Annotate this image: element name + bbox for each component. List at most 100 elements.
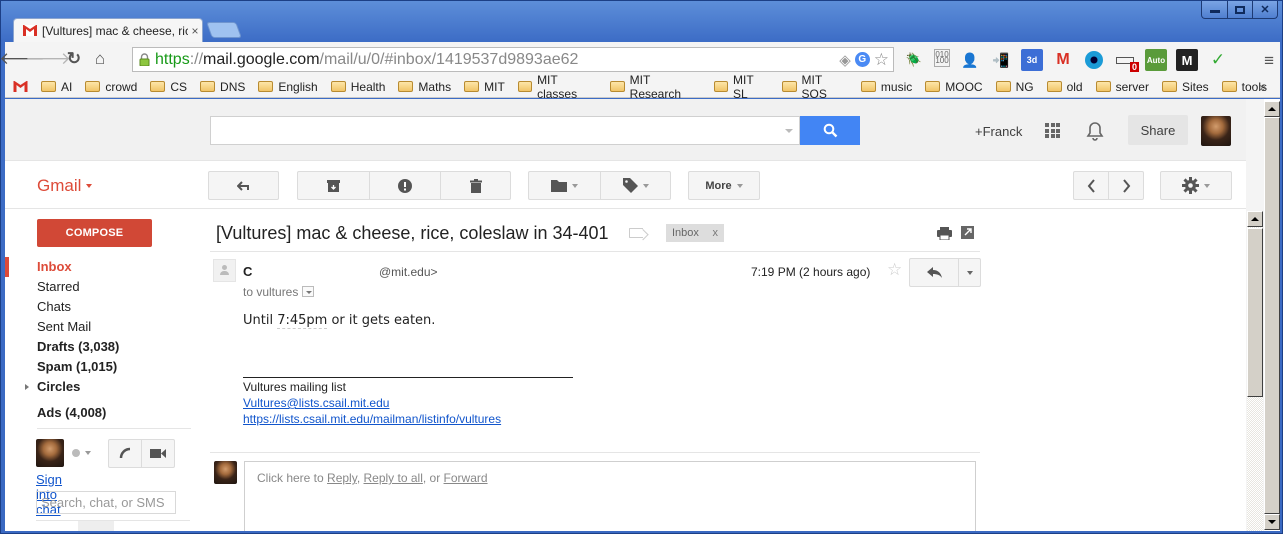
- bug-icon[interactable]: 🪲: [903, 49, 925, 71]
- bookmark-folder[interactable]: Sites: [1161, 80, 1209, 94]
- sidebar-item-chats[interactable]: Chats: [5, 297, 195, 317]
- importance-marker-icon[interactable]: [629, 228, 643, 238]
- account-avatar[interactable]: [1201, 116, 1231, 146]
- search-input[interactable]: [210, 116, 800, 145]
- chat-avatar[interactable]: [36, 439, 64, 467]
- phone-send-icon[interactable]: 📲: [990, 49, 1012, 71]
- reply-button[interactable]: [910, 259, 959, 286]
- sender-name[interactable]: C: [243, 264, 252, 279]
- delete-button[interactable]: [440, 172, 510, 199]
- maximize-button[interactable]: [1227, 1, 1252, 18]
- sidebar-item-spam[interactable]: Spam (1,015): [5, 357, 195, 377]
- quick-reply-box[interactable]: Click here to Reply, Reply to all, or Fo…: [244, 461, 976, 531]
- remove-label-button[interactable]: x: [713, 227, 719, 239]
- search-options-dropdown[interactable]: [785, 129, 793, 133]
- bookmark-folder[interactable]: DNS: [200, 80, 245, 94]
- move-to-button[interactable]: [529, 172, 600, 199]
- user-profile-link[interactable]: +Franck: [975, 124, 1022, 139]
- phone-call-button[interactable]: [109, 440, 141, 467]
- bookmark-folder[interactable]: Health: [330, 80, 385, 94]
- inner-scroll-up-button[interactable]: [1247, 211, 1263, 227]
- bookmark-folder[interactable]: old: [1046, 80, 1083, 94]
- address-bar[interactable]: https://mail.google.com/mail/u/0/#inbox/…: [132, 47, 894, 72]
- bookmark-star-icon[interactable]: ☆: [874, 50, 889, 70]
- sidebar-item-drafts[interactable]: Drafts (3,038): [5, 337, 195, 357]
- reply-all-link[interactable]: Reply to all: [364, 471, 423, 485]
- inbox-label-chip[interactable]: Inbox x: [666, 224, 724, 242]
- labels-button[interactable]: [600, 172, 670, 199]
- bookmark-gmail[interactable]: [13, 81, 28, 92]
- report-spam-button[interactable]: [369, 172, 440, 199]
- bookmark-folder[interactable]: NG: [995, 80, 1034, 94]
- contacts-icon[interactable]: 👤: [959, 49, 981, 71]
- page-scroll-up-button[interactable]: [1264, 101, 1280, 117]
- tab-close-icon[interactable]: ×: [188, 24, 202, 38]
- bookmark-folder[interactable]: MOOC: [925, 80, 983, 94]
- show-details-dropdown[interactable]: [302, 286, 315, 297]
- binary-icon[interactable]: 010 100: [934, 49, 950, 67]
- new-window-icon[interactable]: [961, 226, 974, 239]
- print-all-icon[interactable]: [937, 227, 952, 245]
- bookmark-folder[interactable]: MIT: [464, 80, 505, 94]
- archive-button[interactable]: [298, 172, 369, 199]
- bookmark-folder[interactable]: English: [258, 80, 318, 94]
- more-reply-options-button[interactable]: [959, 259, 980, 286]
- bookmark-folder[interactable]: MIT SL: [713, 73, 770, 101]
- star-icon[interactable]: ☆: [887, 260, 902, 280]
- apps-grid-icon[interactable]: [1045, 123, 1060, 138]
- reply-link[interactable]: Reply: [327, 471, 357, 485]
- video-call-button[interactable]: [141, 440, 174, 467]
- sidebar-item-ads[interactable]: Ads (4,008): [5, 403, 195, 423]
- notifications-bell-icon[interactable]: [1086, 121, 1104, 146]
- sidebar-item-inbox[interactable]: Inbox: [5, 257, 195, 277]
- mx-icon[interactable]: M: [1176, 49, 1198, 71]
- bookmark-folder[interactable]: server: [1095, 80, 1149, 94]
- time-reference[interactable]: 7:45pm: [277, 313, 328, 329]
- bookmark-folder[interactable]: MIT classes: [517, 73, 598, 101]
- forward-button[interactable]: 🡒: [25, 46, 71, 72]
- newer-button[interactable]: [1074, 172, 1108, 199]
- mailing-list-url-link[interactable]: https://lists.csail.mit.edu/mailman/list…: [243, 411, 501, 427]
- close-button[interactable]: ✕: [1252, 1, 1277, 18]
- bookmark-folder[interactable]: crowd: [85, 80, 137, 94]
- bookmark-folder[interactable]: music: [860, 80, 912, 94]
- gmail-forward-icon[interactable]: M: [1052, 49, 1074, 71]
- counter-icon[interactable]: 0: [1114, 49, 1139, 72]
- bookmarks-overflow-button[interactable]: »: [1259, 80, 1266, 94]
- chrome-menu-icon[interactable]: ≡: [1264, 51, 1274, 71]
- browser-tab[interactable]: [Vultures] mac & cheese, rice, coleslaw …: [13, 18, 203, 42]
- back-to-inbox-button[interactable]: [208, 171, 279, 200]
- gmail-menu-button[interactable]: Gmail: [37, 176, 93, 196]
- compose-button[interactable]: COMPOSE: [37, 219, 152, 247]
- older-button[interactable]: [1108, 172, 1143, 199]
- search-button[interactable]: [800, 116, 860, 145]
- chat-status-icon[interactable]: [72, 449, 80, 457]
- auto-icon[interactable]: Auto: [1145, 49, 1167, 71]
- expand-triangle-icon[interactable]: [25, 384, 29, 390]
- share-button[interactable]: Share: [1128, 115, 1188, 145]
- page-action-icon[interactable]: ◈: [839, 51, 851, 69]
- bookmark-folder[interactable]: MIT SOS: [782, 73, 848, 101]
- sidebar-item-sent-mail[interactable]: Sent Mail: [5, 317, 195, 337]
- mailing-list-email-link[interactable]: Vultures@lists.csail.mit.edu: [243, 395, 501, 411]
- spellcheck-icon[interactable]: ✓: [1207, 49, 1229, 71]
- 3d-calendar-icon[interactable]: 3d: [1021, 49, 1043, 71]
- bookmark-folder[interactable]: AI: [41, 80, 72, 94]
- bookmark-folder[interactable]: MIT Research: [610, 73, 700, 101]
- eye-icon[interactable]: [1083, 49, 1105, 71]
- bookmark-folder[interactable]: Maths: [398, 80, 451, 94]
- bookmark-folder[interactable]: CS: [150, 80, 187, 94]
- sidebar-item-starred[interactable]: Starred: [5, 277, 195, 297]
- home-button[interactable]: ⌂: [87, 46, 113, 72]
- page-scroll-down-button[interactable]: [1264, 514, 1280, 530]
- reload-button[interactable]: ↻: [61, 46, 87, 72]
- new-tab-button[interactable]: [206, 22, 242, 38]
- chat-search-input[interactable]: Search, chat, or SMS: [36, 491, 176, 514]
- more-button[interactable]: More: [688, 171, 760, 200]
- page-scrollbar-thumb[interactable]: [1264, 117, 1280, 514]
- settings-button[interactable]: [1160, 171, 1232, 200]
- chevron-down-icon[interactable]: [85, 451, 91, 455]
- inner-scrollbar-thumb[interactable]: [1247, 228, 1263, 397]
- sidebar-item-circles[interactable]: Circles: [5, 377, 195, 397]
- minimize-button[interactable]: [1202, 1, 1227, 18]
